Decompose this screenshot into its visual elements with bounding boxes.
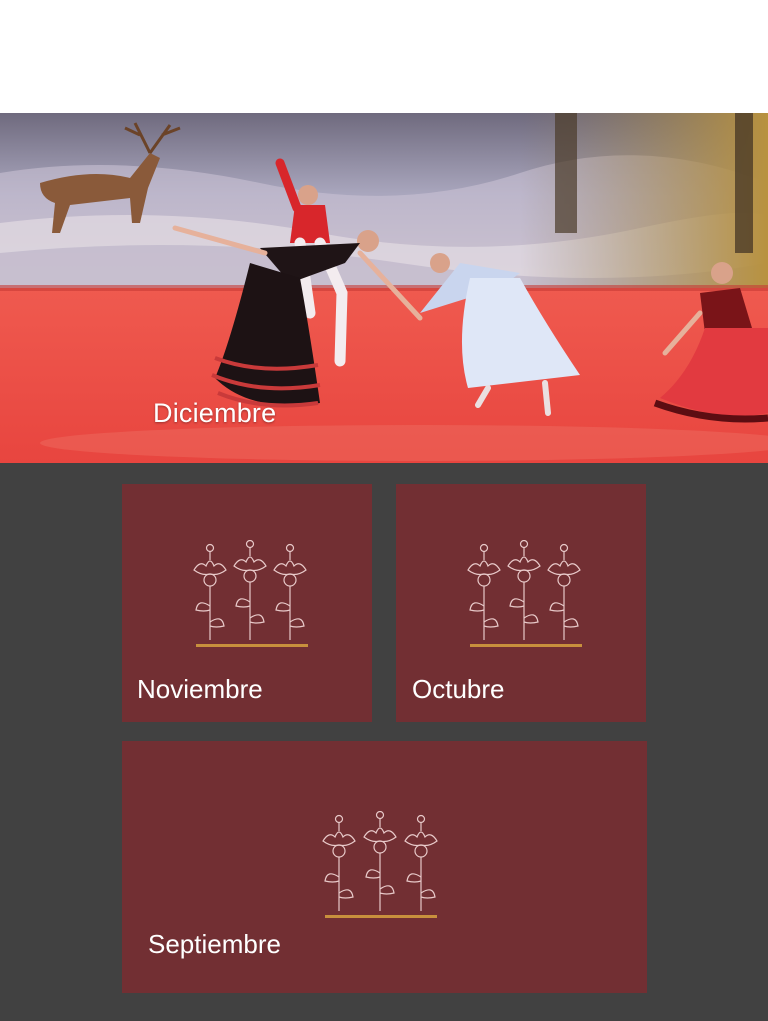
page: Diciembre Noviembre Octubre Septiembre (0, 0, 768, 1021)
tile-septiembre[interactable]: Septiembre (122, 741, 647, 993)
tile-label: Noviembre (137, 674, 263, 704)
tile-label: Octubre (412, 674, 505, 704)
flowers-icon (322, 811, 438, 918)
hero-banner-diciembre[interactable]: Diciembre (0, 113, 768, 463)
tile-octubre[interactable]: Octubre (396, 484, 646, 722)
hero-label: Diciembre (153, 398, 277, 428)
month-grid: Noviembre Octubre Septiembre (0, 463, 768, 1021)
flowers-icon (193, 540, 308, 647)
flowers-icon (467, 540, 582, 647)
hero-photo (0, 113, 768, 463)
tile-label: Septiembre (148, 929, 281, 959)
tile-noviembre[interactable]: Noviembre (122, 484, 372, 722)
